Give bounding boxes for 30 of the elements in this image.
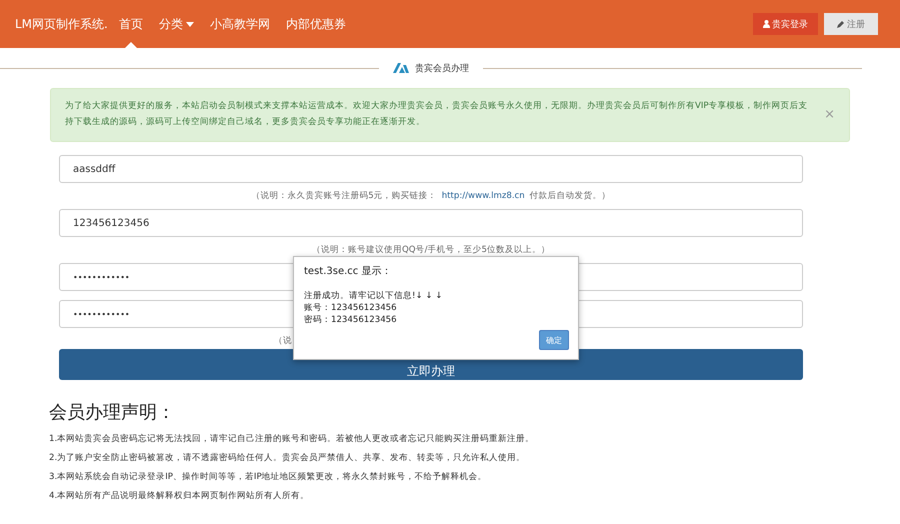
brand-name[interactable]: LM网页制作系统. [15,16,108,32]
dialog-text: 注册成功。请牢记以下信息!↓ ↓ ↓ [304,290,444,302]
nav-link[interactable]: 首页 [118,0,143,48]
pencil-icon [837,20,845,28]
input-field[interactable]: aassddff [59,155,803,183]
hint-text: （说 [274,335,292,347]
statement-item: 4.本网站所有产品说明最终解释权归本网页制作网站所有人所有。 [49,490,310,503]
user-icon [763,20,770,28]
nav-link[interactable]: 分类 [158,0,194,48]
section-title: 贵宾会员办理 [415,62,469,74]
hint-text: （说明：账号建议使用QQ号/手机号，至少5位数及以上。） [312,244,550,256]
login-button[interactable]: 贵宾登录 [753,13,818,35]
statement-item: 1.本网站贵宾会员密码忘记将无法找回，请牢记自己注册的账号和密码。若被他人更改或者忘记只能购买注册码重新注册。 [49,432,536,446]
register-button[interactable]: 注册 [824,13,878,35]
alert-text: 为了给大家提供更好的服务，本站启动会员制模式来支撑本站运营成本。欢迎大家办理贵宾会员，贵宾会员账号永久使用，无限期。办理贵宾会员后可制作所有VIP专享模板，制作网页后支持下载生成的源码，源码可上传空间绑定自己域名，更多贵宾会员专享功能正在逐渐开发。 [65,100,809,129]
close-button[interactable]: × [824,106,835,122]
nav-link[interactable]: 内部优惠券 [286,0,346,48]
input-field[interactable]: 123456123456 [59,209,803,237]
statement-item: 3.本网站系统会自动记录登录IP、操作时间等等，若IP地址地区频繁更改，将永久禁封账号，不给予解释机会。 [49,470,488,484]
hint-text: （说明：永久贵宾账号注册码5元，购买链接： [251,190,437,202]
statement-item: 2.为了账户安全防止密码被篡改，请不透露密码给任何人。贵宾会员严禁借人、共享、发布、转卖等，只允许私人使用。 [49,452,526,465]
dialog-text: 账号：123456123456 [304,302,398,314]
statement-title: 会员办理声明： [49,401,176,424]
ok-button[interactable]: 确定 [539,330,569,350]
logo-icon [393,63,409,73]
nav-link[interactable]: 小高教学网 [210,0,270,48]
dialog-title: test.3se.cc 显示： [304,265,392,278]
dialog-text: 密码：123456123456 [304,314,398,326]
hint-text: 付款后自动发货。） [530,190,611,202]
link[interactable]: http://www.lmz8.cn [442,191,525,201]
